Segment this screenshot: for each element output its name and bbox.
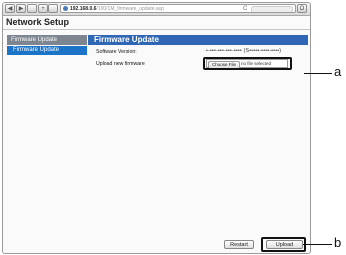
add-bookmark-icon[interactable]: + (38, 4, 48, 13)
callout-line-a (304, 73, 332, 74)
browser-window: ◀ ▶ + 192.168.0.6/100/1M_firmware_update… (2, 2, 311, 254)
forward-icon[interactable]: ▶ (16, 4, 26, 13)
sidebar: Firmware Update Firmware Update (7, 35, 87, 55)
callout-frame-a (203, 57, 292, 70)
tabs-icon[interactable] (27, 4, 37, 13)
share-icon[interactable] (48, 4, 58, 13)
callout-line-b (303, 244, 332, 245)
browser-toolbar: ◀ ▶ + 192.168.0.6/100/1M_firmware_update… (3, 3, 310, 16)
title-divider (3, 29, 310, 30)
callout-label-b: b (334, 235, 342, 250)
upload-firmware-label: Upload new firmware (96, 61, 145, 67)
sidebar-header: Firmware Update (7, 35, 87, 45)
callout-label-a: a (334, 64, 342, 79)
page-title: Network Setup (6, 17, 70, 27)
restart-button[interactable]: Restart (224, 240, 254, 249)
software-version-label: Software Version: (96, 49, 137, 55)
sidebar-item-firmware-update[interactable]: Firmware Update (7, 46, 87, 55)
globe-icon (63, 6, 68, 11)
url-host: 192.168.0.6 (70, 6, 97, 12)
main-panel: Firmware Update Software Version: •-•••-… (88, 35, 308, 252)
stop-icon[interactable]: O (297, 4, 307, 13)
section-header: Firmware Update (88, 35, 308, 45)
search-box[interactable] (251, 6, 293, 12)
address-bar[interactable]: 192.168.0.6/100/1M_firmware_update.asp C (60, 4, 296, 13)
back-icon[interactable]: ◀ (5, 4, 15, 13)
software-version-value: •-•••-•••-•••-•••• (S•••••-••••-••••) (206, 48, 282, 54)
callout-frame-b (261, 237, 306, 252)
reload-icon[interactable]: C (243, 5, 247, 12)
url-path: /100/1M_firmware_update.asp (96, 6, 164, 12)
